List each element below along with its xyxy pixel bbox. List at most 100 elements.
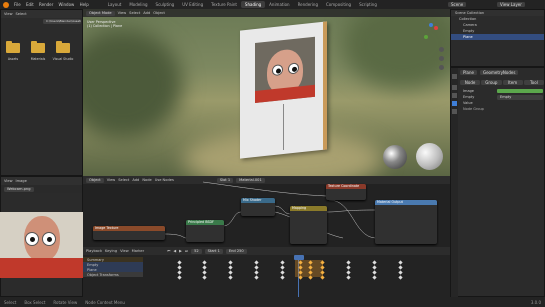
- keyframe[interactable]: [177, 260, 182, 265]
- modifier-tab-icon[interactable]: [452, 101, 457, 106]
- 3d-viewport[interactable]: Object Mode View Select Add Object User …: [83, 9, 450, 176]
- y-axis-icon[interactable]: [424, 35, 428, 39]
- channel-object-transforms[interactable]: Object Transforms: [83, 272, 143, 277]
- keyframe[interactable]: [320, 275, 325, 280]
- keyframe[interactable]: [202, 265, 207, 270]
- timeline-view-menu[interactable]: View: [120, 249, 129, 253]
- keyframe[interactable]: [298, 275, 303, 280]
- keyframe[interactable]: [398, 265, 403, 270]
- tool-tab-icon[interactable]: [452, 74, 457, 79]
- keyframe[interactable]: [320, 265, 325, 270]
- tab-compositing[interactable]: Compositing: [322, 1, 355, 8]
- image-field[interactable]: [497, 89, 543, 93]
- menu-window[interactable]: Window: [59, 2, 75, 7]
- scene-selector[interactable]: Scene: [448, 2, 467, 7]
- menu-file[interactable]: File: [14, 2, 21, 7]
- folder-icon[interactable]: [56, 41, 70, 53]
- start-frame-field[interactable]: Start 1: [204, 248, 223, 254]
- tab-tool[interactable]: Tool: [523, 80, 544, 85]
- keyframe[interactable]: [320, 260, 325, 265]
- marker-menu[interactable]: Marker: [132, 249, 144, 253]
- outliner-item-plane[interactable]: Plane: [451, 34, 544, 40]
- keyframe[interactable]: [202, 270, 207, 275]
- playback-menu[interactable]: Playback: [86, 249, 102, 253]
- keyframe[interactable]: [202, 275, 207, 280]
- keyframe[interactable]: [398, 275, 403, 280]
- keyframe[interactable]: [228, 265, 233, 270]
- keyframe[interactable]: [177, 275, 182, 280]
- image-view-menu[interactable]: View: [4, 179, 13, 183]
- play-reverse-icon[interactable]: ◀: [173, 249, 176, 253]
- node-texture-coordinate[interactable]: Texture Coordinate: [326, 184, 366, 200]
- keyframe[interactable]: [372, 260, 377, 265]
- tab-animation[interactable]: Animation: [265, 1, 293, 8]
- viewport-view-menu[interactable]: View: [118, 11, 127, 15]
- end-frame-field[interactable]: End 250: [225, 248, 247, 254]
- blender-logo-icon[interactable]: [3, 1, 9, 8]
- render-tab-icon[interactable]: [452, 85, 457, 90]
- file-path-field[interactable]: C:\Users\Blender\Assets\: [43, 19, 81, 24]
- view-layer-selector[interactable]: View Layer: [497, 2, 525, 7]
- image-image-menu[interactable]: Image: [16, 179, 27, 183]
- node-image-texture[interactable]: Image Texture: [93, 226, 165, 240]
- file-select-menu[interactable]: Select: [16, 12, 27, 16]
- keyframe[interactable]: [228, 275, 233, 280]
- keyframe[interactable]: [346, 270, 351, 275]
- keyframe[interactable]: [372, 270, 377, 275]
- viewport-select-menu[interactable]: Select: [129, 11, 140, 15]
- zoom-icon[interactable]: [439, 47, 444, 52]
- keyframe[interactable]: [254, 270, 259, 275]
- keyframe[interactable]: [320, 270, 325, 275]
- tab-node[interactable]: Node: [460, 80, 481, 85]
- keyframe[interactable]: [254, 260, 259, 265]
- object-mode-dropdown[interactable]: Object Mode: [86, 10, 115, 16]
- jump-end-icon[interactable]: ⏭: [185, 249, 188, 253]
- object-name-field[interactable]: Plane: [460, 70, 477, 75]
- viewport-object-menu[interactable]: Object: [153, 11, 165, 15]
- tab-layout[interactable]: Layout: [104, 1, 126, 8]
- navigation-gizmo[interactable]: [421, 23, 441, 43]
- output-tab-icon[interactable]: [452, 93, 457, 98]
- tab-scripting[interactable]: Scripting: [355, 1, 381, 8]
- keyframe[interactable]: [202, 260, 207, 265]
- keyframe[interactable]: [280, 265, 285, 270]
- keyframe[interactable]: [228, 260, 233, 265]
- viewport-add-menu[interactable]: Add: [143, 11, 150, 15]
- tab-shading[interactable]: Shading: [240, 1, 266, 8]
- z-axis-icon[interactable]: [429, 23, 433, 27]
- node-material-output[interactable]: Material Output: [375, 200, 437, 244]
- keyframe[interactable]: [346, 275, 351, 280]
- keyframe[interactable]: [280, 260, 285, 265]
- folder-icon[interactable]: [6, 41, 20, 53]
- material-tab-icon[interactable]: [452, 109, 457, 114]
- folder-icon[interactable]: [31, 41, 45, 53]
- pan-icon[interactable]: [439, 56, 444, 61]
- dope-sheet-timeline[interactable]: Playback Keying View Marker ⏮ ◀ ▶ ⏭ 52 S…: [83, 247, 450, 297]
- x-axis-icon[interactable]: [434, 26, 438, 30]
- modifier-name-field[interactable]: GeometryNodes: [479, 70, 519, 75]
- keyframe[interactable]: [177, 270, 182, 275]
- keyframe[interactable]: [372, 265, 377, 270]
- menu-edit[interactable]: Edit: [26, 2, 34, 7]
- tab-uv-editing[interactable]: UV Editing: [178, 1, 207, 8]
- image-plane[interactable]: [240, 21, 327, 159]
- current-frame-field[interactable]: 52: [191, 248, 202, 254]
- keying-menu[interactable]: Keying: [105, 249, 117, 253]
- keyframe[interactable]: [254, 265, 259, 270]
- keyframe[interactable]: [280, 270, 285, 275]
- tab-modeling[interactable]: Modeling: [125, 1, 151, 8]
- node-mapping[interactable]: Mapping: [290, 206, 327, 244]
- tab-group[interactable]: Group: [481, 80, 502, 85]
- tab-texture-paint[interactable]: Texture Paint: [207, 1, 241, 8]
- image-name-field[interactable]: Webcam.png: [4, 186, 34, 192]
- menu-help[interactable]: Help: [80, 2, 89, 7]
- menu-render[interactable]: Render: [39, 2, 53, 7]
- keyframe[interactable]: [398, 270, 403, 275]
- keyframe[interactable]: [346, 265, 351, 270]
- empty-field[interactable]: Empty: [497, 94, 543, 100]
- file-view-menu[interactable]: View: [4, 12, 13, 16]
- keyframe[interactable]: [308, 275, 313, 280]
- keyframe[interactable]: [254, 275, 259, 280]
- keyframe[interactable]: [177, 265, 182, 270]
- jump-start-icon[interactable]: ⏮: [167, 249, 170, 253]
